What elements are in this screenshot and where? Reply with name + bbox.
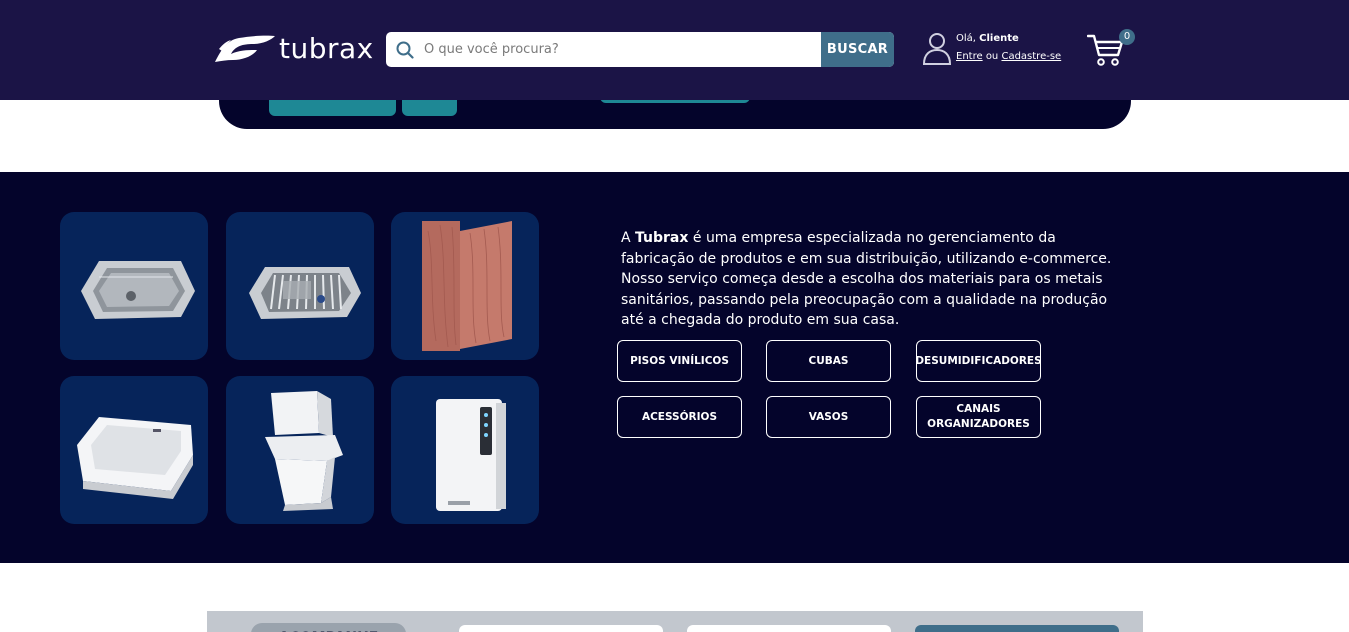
user-account: Olá, Cliente Entre ou Cadastre-se xyxy=(921,30,1061,66)
category-button-cubas[interactable]: CUBAS xyxy=(766,340,891,382)
sink-with-drainer-icon xyxy=(249,267,361,319)
about-text-body: é uma empresa especializada no gerenciam… xyxy=(621,230,1112,329)
search-icon[interactable] xyxy=(386,32,424,67)
product-tile-vinyl-floor[interactable] xyxy=(391,212,539,360)
search-button[interactable]: BUSCAR xyxy=(821,32,894,67)
newsletter-heading: ACOMPANHE xyxy=(251,623,406,632)
greeting-text: Olá, xyxy=(956,33,976,44)
product-tile-toilet[interactable] xyxy=(226,376,374,524)
search-bar: BUSCAR xyxy=(386,32,894,67)
about-description: A Tubrax é uma empresa especializada no … xyxy=(621,228,1121,331)
newsletter-strip: ACOMPANHE xyxy=(207,611,1143,632)
register-link[interactable]: Cadastre-se xyxy=(1001,51,1061,62)
logo-text: tubrax xyxy=(279,32,374,65)
about-brand-name: Tubrax xyxy=(635,230,689,246)
newsletter-email-field[interactable] xyxy=(687,625,891,632)
dehumidifier-icon xyxy=(436,399,506,511)
toilet-icon xyxy=(265,391,343,511)
steel-sink-icon xyxy=(81,261,195,319)
site-header: tubrax BUSCAR Olá, Cliente Entre ou Cada… xyxy=(0,0,1349,100)
logo-link[interactable]: tubrax xyxy=(213,32,374,66)
about-text-prefix: A xyxy=(621,230,631,246)
category-button-acessorios[interactable]: ACESSÓRIOS xyxy=(617,396,742,438)
user-greeting-block: Olá, Cliente Entre ou Cadastre-se xyxy=(956,30,1061,66)
newsletter-submit-button[interactable] xyxy=(915,625,1119,632)
cart-count-badge: 0 xyxy=(1119,29,1135,45)
search-input[interactable] xyxy=(424,32,821,67)
newsletter-name-field[interactable] xyxy=(459,625,663,632)
category-button-pisos-vinilicos[interactable]: PISOS VINÍLICOS xyxy=(617,340,742,382)
user-icon[interactable] xyxy=(921,30,953,66)
login-link[interactable]: Entre xyxy=(956,51,983,62)
vinyl-floor-planks-icon xyxy=(422,221,512,351)
product-tile-ceramic-basin[interactable] xyxy=(60,376,208,524)
ceramic-basin-icon xyxy=(77,417,193,499)
category-button-desumidificadores[interactable]: DESUMIDIFICADORES xyxy=(915,340,1042,382)
product-tile-sink-drainer[interactable] xyxy=(226,212,374,360)
category-button-vasos[interactable]: VASOS xyxy=(766,396,891,438)
product-tile-dehumidifier[interactable] xyxy=(391,376,539,524)
category-button-canais-organizadores[interactable]: CANAIS ORGANIZADORES xyxy=(916,396,1041,438)
or-text: ou xyxy=(985,51,999,62)
product-tile-steel-sink[interactable] xyxy=(60,212,208,360)
tubrax-logo-icon xyxy=(215,35,275,62)
about-section: A Tubrax é uma empresa especializada no … xyxy=(0,172,1349,563)
user-name: Cliente xyxy=(979,33,1019,44)
